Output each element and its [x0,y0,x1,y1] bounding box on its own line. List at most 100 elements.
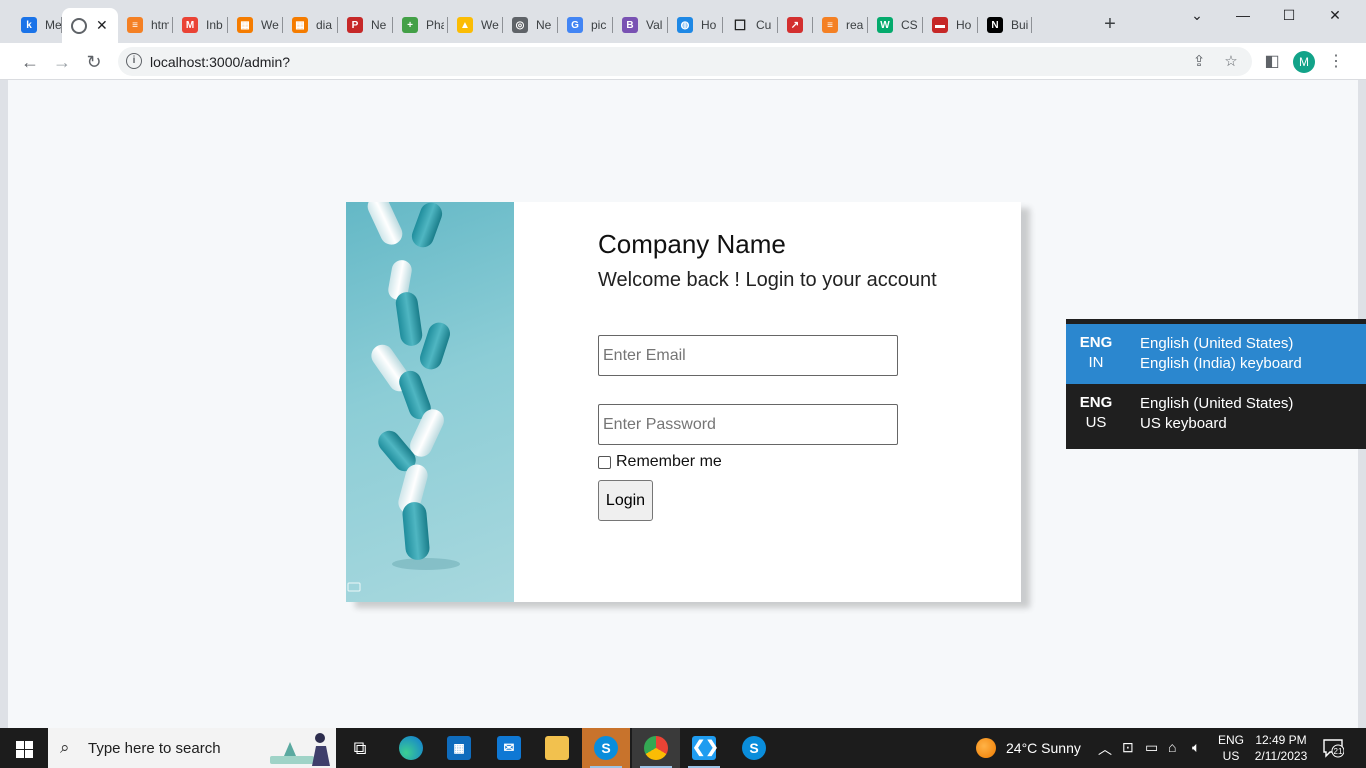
tab-title: pic [591,18,607,32]
input-language-indicator[interactable]: ENG US [1218,732,1244,764]
menu-kebab-icon[interactable]: ⋮ [1326,52,1346,72]
browser-tab[interactable]: P Ne [338,10,393,40]
weather-text[interactable]: 24°C Sunny [1006,740,1081,756]
new-tab-button[interactable]: + [1100,14,1120,34]
taskbar-edge[interactable] [387,728,435,768]
remember-me-row[interactable]: Remember me [598,453,722,471]
browser-tab[interactable]: k Me [12,10,62,40]
profile-avatar[interactable]: M [1293,51,1315,73]
side-panel-icon[interactable]: ◧ [1262,52,1282,72]
browser-tab[interactable]: ≡ rea [813,10,868,40]
tab-title: Ho [701,18,717,32]
taskbar-chrome[interactable] [632,728,680,768]
email-field[interactable] [598,335,898,376]
capsules-hero-image [346,202,514,602]
hub-icon: ▬ [932,17,948,33]
browser-tab[interactable]: ▦ We [228,10,283,40]
notification-center-button[interactable]: 21 [1322,738,1345,758]
browser-tab[interactable]: ▲ We [448,10,503,40]
show-hidden-icons-chevron-icon[interactable]: ︿ [1098,739,1112,759]
browser-tab[interactable]: B Val [613,10,668,40]
network-icon[interactable]: ⌂ [1168,739,1176,755]
browser-tab[interactable]: ◍ Ho [668,10,723,40]
browser-tab[interactable]: + Pha [393,10,448,40]
google-icon: G [567,17,583,33]
browser-tab[interactable]: Gpic [558,10,613,40]
close-window-button[interactable]: ✕ [1312,4,1358,26]
tab-search-button[interactable]: ⌄ [1174,4,1220,26]
edge-icon [399,736,423,760]
reload-button[interactable]: ↻ [81,49,107,75]
skype-icon: S [742,736,766,760]
browser-tab[interactable]: ▬ Ho [923,10,978,40]
tab-title: htm [151,18,169,32]
browser-tab[interactable]: N Bui [978,10,1032,40]
weather-sun-icon[interactable] [976,738,996,758]
search-placeholder: Type here to search [88,740,221,757]
task-view-icon: ⧉ [353,738,367,758]
welcome-subheading: Welcome back ! Login to your account [598,269,937,291]
close-tab-icon[interactable]: ✕ [96,17,108,34]
p-icon: P [347,17,363,33]
browser-tab[interactable]: ◎ Ne [503,10,558,40]
language-region: IN [1088,354,1104,371]
taskbar-search-box[interactable]: ⌕ Type here to search [48,728,336,768]
battery-icon[interactable]: ▭ [1145,739,1158,756]
taskbar-store[interactable]: ▦ [435,728,483,768]
company-name-heading: Company Name [598,229,786,259]
capsules-illustration [347,202,460,592]
url-text[interactable]: localhost:3000/admin? [150,54,290,70]
language-region: US [1085,414,1107,431]
language-code: ENG [1079,334,1113,351]
swirl-icon: ◍ [677,17,693,33]
system-clock[interactable]: 12:49 PM 2/11/2023 [1250,732,1312,764]
browser-tab[interactable]: ▦ dia [283,10,338,40]
skype-icon: S [594,736,618,760]
drive-icon: ▲ [457,17,473,33]
taskbar-file-explorer[interactable] [533,728,581,768]
task-view-button[interactable]: ⧉ [336,728,384,768]
windows-taskbar: ⌕ Type here to search ⧉ ▦ ✉ S ❮❯ S 24°C … [0,728,1366,768]
tab-title: Ne [371,18,387,32]
notification-icon: 21 [1323,739,1345,758]
taskbar-mail[interactable]: ✉ [485,728,533,768]
meet-now-icon[interactable]: ⊡ [1122,739,1134,756]
store-icon: ▦ [447,736,471,760]
mail-icon: ✉ [497,736,521,760]
share-icon[interactable]: ⇪ [1190,53,1208,71]
orange-grid-icon: ▦ [237,17,253,33]
browser-tab[interactable]: ≡ htm [118,10,173,40]
minimize-button[interactable]: — [1220,4,1266,26]
volume-icon[interactable]: 🔈︎ [1192,739,1200,756]
chrome-icon [644,736,668,760]
back-button[interactable]: ← [17,49,43,75]
browser-tab[interactable]: W CS [868,10,923,40]
start-button[interactable] [0,728,48,768]
k-icon: k [21,17,37,33]
language-option-eng-in[interactable]: ENG IN English (United States) English (… [1066,324,1366,384]
clock-date: 2/11/2023 [1254,749,1308,763]
bookmark-star-icon[interactable]: ☆ [1222,53,1240,71]
password-field[interactable] [598,404,898,445]
browser-tab[interactable]: ↗ [778,10,813,40]
browser-tab[interactable]: ✕ [62,8,118,43]
tab-title: CS [901,18,918,32]
site-info-icon[interactable]: i [126,53,142,69]
login-button[interactable]: Login [598,480,653,521]
w3-icon: W [877,17,893,33]
gmail-icon: M [182,17,198,33]
keyboard-name: US keyboard [1140,415,1227,432]
browser-toolbar: ← → ↻ i localhost:3000/admin? ⇪ ☆ ◧ M ⋮ [0,43,1366,80]
n-icon: N [987,17,1003,33]
language-option-eng-us[interactable]: ENG US English (United States) US keyboa… [1066,384,1366,444]
browser-tab[interactable]: M Inb [173,10,228,40]
taskbar-vscode[interactable]: ❮❯ [680,728,728,768]
taskbar-skype-2[interactable]: S [730,728,778,768]
forward-button[interactable]: → [49,49,75,75]
taskbar-skype[interactable]: S [582,728,630,768]
browser-tab[interactable]: ☐ Cu [723,10,778,40]
address-bar[interactable]: i localhost:3000/admin? ⇪ ☆ [118,47,1252,76]
tab-title: Inb [206,18,223,32]
maximize-button[interactable]: ☐ [1266,4,1312,26]
remember-me-checkbox[interactable] [598,455,611,469]
